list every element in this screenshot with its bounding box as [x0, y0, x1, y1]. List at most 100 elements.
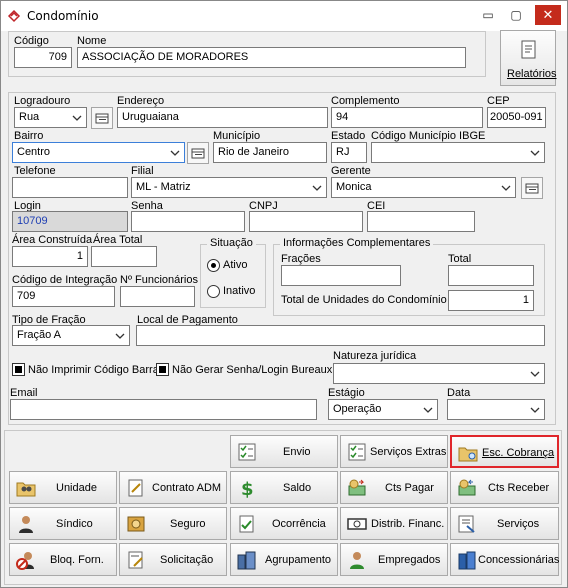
utility-icon: [458, 551, 476, 570]
relatorios-button[interactable]: Relatórios: [500, 30, 557, 86]
telefone-field[interactable]: [12, 177, 128, 198]
cts-pagar-label: Cts Pagar: [385, 482, 434, 494]
filial-select[interactable]: ML - Matriz: [131, 177, 327, 198]
natureza-select[interactable]: [333, 363, 545, 384]
saldo-button[interactable]: $ Saldo: [230, 471, 338, 504]
dollar-icon: $: [241, 479, 254, 498]
request-icon: [128, 551, 143, 569]
servicos-label: Serviços: [497, 518, 540, 530]
cep-label: CEP: [487, 95, 510, 107]
sindico-label: Síndico: [56, 518, 93, 530]
estado-label: Estado: [331, 130, 366, 142]
blocked-supplier-icon: [16, 552, 34, 570]
title-bar: Condomínio ▭ ▢ ✕: [1, 1, 567, 31]
login-field: 10709: [12, 211, 128, 232]
municipio-label: Município: [213, 130, 261, 142]
cts-receber-button[interactable]: Cts Receber: [450, 471, 559, 504]
integracao-field[interactable]: 709: [12, 286, 115, 307]
ibge-select[interactable]: [371, 142, 545, 163]
logradouro-value: Rua: [19, 111, 40, 123]
cts-receber-label: Cts Receber: [488, 482, 550, 494]
concessionarias-button[interactable]: Concessionárias: [450, 543, 559, 576]
filial-value: ML - Matriz: [136, 181, 191, 193]
unidades-field[interactable]: 1: [448, 290, 534, 311]
esc-cobranca-button[interactable]: Esc. Cobrança: [450, 435, 559, 468]
unidade-button[interactable]: Unidade: [9, 471, 117, 504]
gerente-label: Gerente: [331, 165, 371, 177]
bairro-value: Centro: [17, 146, 51, 158]
envio-button[interactable]: Envio: [230, 435, 338, 468]
contrato-adm-label: Contrato ADM: [152, 482, 222, 494]
bloq-forn-button[interactable]: Bloq. Forn.: [9, 543, 117, 576]
estado-field[interactable]: RJ: [331, 142, 367, 163]
nao-gerar-checkbox[interactable]: [156, 363, 169, 376]
local-pagamento-field[interactable]: [136, 325, 545, 346]
bloq-forn-label: Bloq. Forn.: [50, 554, 104, 566]
data-select[interactable]: [447, 399, 545, 420]
distrib-financ-label: Distrib. Financ.: [371, 518, 445, 530]
chevron-down-icon: [422, 400, 434, 419]
logradouro-lookup-button[interactable]: [91, 107, 113, 129]
close-button[interactable]: ✕: [535, 5, 561, 25]
solicitacao-button[interactable]: Solicitação: [119, 543, 227, 576]
agrupamento-label: Agrupamento: [265, 554, 332, 566]
chevron-down-icon: [529, 364, 541, 383]
area-total-field[interactable]: [91, 246, 157, 267]
complemento-field[interactable]: 94: [331, 107, 483, 128]
codigo-field[interactable]: 709: [14, 47, 72, 68]
servicos-extras-button[interactable]: Serviços Extras: [340, 435, 448, 468]
nome-field[interactable]: ASSOCIAÇÃO DE MORADORES: [77, 47, 466, 68]
distrib-financ-button[interactable]: Distrib. Financ.: [340, 507, 448, 540]
servicos-button[interactable]: Serviços: [450, 507, 559, 540]
chevron-down-icon: [500, 178, 512, 197]
email-field[interactable]: [10, 399, 317, 420]
senha-field[interactable]: [131, 211, 245, 232]
endereco-field[interactable]: Uruguaiana: [117, 107, 328, 128]
ocorrencia-button[interactable]: Ocorrência: [230, 507, 338, 540]
fracoes-field[interactable]: [281, 265, 401, 286]
condominio-window: Condomínio ▭ ▢ ✕ Código 709 Nome ASSOCIA…: [0, 0, 568, 588]
cep-field[interactable]: 20050-091: [487, 107, 546, 128]
employees-icon: [350, 552, 364, 569]
info-total-field[interactable]: [448, 265, 534, 286]
agrupamento-button[interactable]: Agrupamento: [230, 543, 338, 576]
saldo-label: Saldo: [283, 482, 312, 494]
minimize-button[interactable]: ▭: [475, 5, 501, 25]
maximize-button[interactable]: ▢: [503, 5, 529, 25]
solicitacao-label: Solicitação: [160, 554, 214, 566]
unidades-label: Total de Unidades do Condomínio: [281, 294, 447, 306]
receive-icon: [458, 479, 476, 496]
cei-field[interactable]: [367, 211, 475, 232]
nao-imprimir-checkbox[interactable]: [12, 363, 25, 376]
contrato-adm-button[interactable]: Contrato ADM: [119, 471, 227, 504]
chevron-down-icon: [529, 143, 541, 162]
chevron-down-icon: [71, 108, 83, 127]
estagio-select[interactable]: Operação: [328, 399, 438, 420]
seguro-button[interactable]: Seguro: [119, 507, 227, 540]
gerente-lookup-button[interactable]: [521, 177, 543, 199]
bairro-select[interactable]: Centro: [12, 142, 185, 163]
folder-search-icon: [458, 447, 478, 462]
inativo-radio[interactable]: [207, 285, 220, 298]
svg-text:$: $: [241, 479, 254, 498]
gerente-select[interactable]: Monica: [331, 177, 516, 198]
nao-imprimir-label: Não Imprimir Código Barra: [28, 364, 159, 376]
tipo-fracao-select[interactable]: Fração A: [12, 325, 130, 346]
ativo-radio[interactable]: [207, 259, 220, 272]
sindico-button[interactable]: Síndico: [9, 507, 117, 540]
occurrence-icon: [239, 515, 254, 533]
natureza-label: Natureza jurídica: [333, 350, 417, 362]
funcionarios-field[interactable]: [120, 286, 195, 307]
bairro-lookup-button[interactable]: [187, 142, 209, 164]
endereco-label: Endereço: [117, 95, 165, 107]
logradouro-select[interactable]: Rua: [14, 107, 87, 128]
municipio-field[interactable]: Rio de Janeiro: [213, 142, 327, 163]
cts-pagar-button[interactable]: Cts Pagar: [340, 471, 448, 504]
situacao-title: Situação: [207, 237, 256, 249]
empregados-button[interactable]: Empregados: [340, 543, 448, 576]
report-icon: [521, 40, 536, 59]
cnpj-field[interactable]: [249, 211, 363, 232]
email-label: Email: [10, 387, 38, 399]
banknote-icon: [347, 518, 367, 530]
area-construida-field[interactable]: 1: [12, 246, 88, 267]
